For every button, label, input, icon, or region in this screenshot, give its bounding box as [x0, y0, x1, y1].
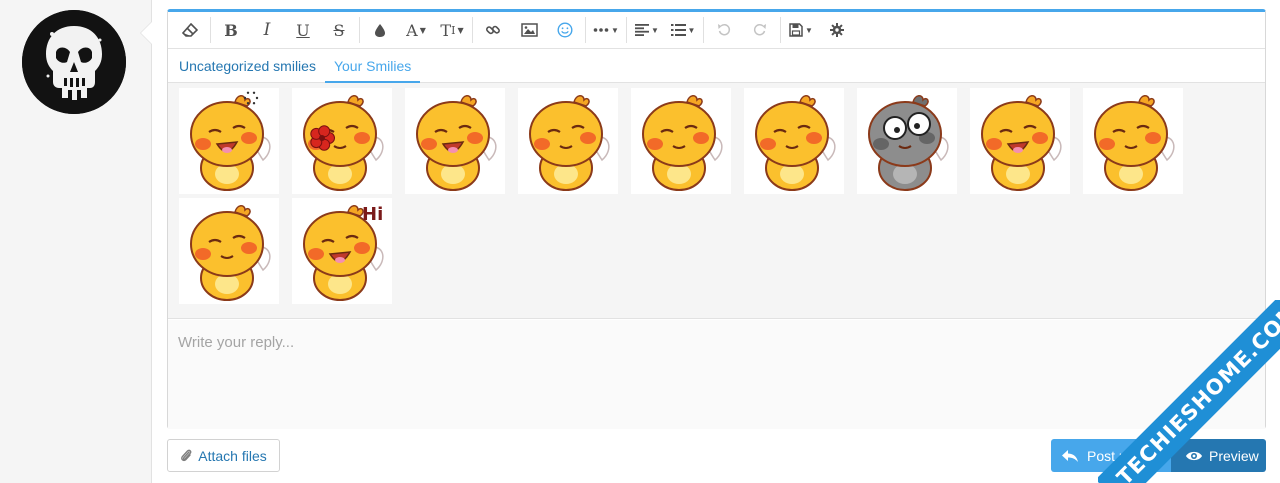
font-size-button[interactable]: T I ▼: [434, 12, 470, 48]
text-color-button[interactable]: [362, 12, 398, 48]
bold-icon: B: [224, 20, 238, 40]
reply-icon: [1061, 449, 1079, 463]
editor-toolbar: B I U S A ▼ T I ▼ ▼ ▼ ▼ ▼: [168, 12, 1265, 49]
chevron-down-icon: ▼: [419, 25, 426, 35]
eraser-icon: [182, 23, 198, 37]
chevron-down-icon: ▼: [611, 25, 619, 35]
gear-icon: [830, 23, 844, 37]
chick-smilie-icon: [292, 88, 392, 194]
post-reply-label: Post re: [1087, 447, 1132, 464]
chick-smilie-icon: [744, 88, 844, 194]
preview-label: Preview: [1209, 447, 1259, 464]
paperclip-icon: [180, 448, 192, 463]
smilies-button[interactable]: [547, 12, 583, 48]
link-button[interactable]: [475, 12, 511, 48]
drafts-button[interactable]: ▼: [783, 12, 819, 48]
remove-format-button[interactable]: [172, 12, 208, 48]
redo-icon: [753, 23, 767, 37]
smilie-item[interactable]: [405, 88, 505, 194]
chick-smilie-icon: [405, 88, 505, 194]
rich-text-editor: B I U S A ▼ T I ▼ ▼ ▼ ▼ ▼ Uncategorized …: [167, 9, 1266, 429]
strikethrough-icon: S: [333, 20, 345, 40]
reply-input[interactable]: [168, 320, 1265, 429]
smilie-item[interactable]: [970, 88, 1070, 194]
chick-smilie-icon: Hi: [292, 198, 392, 304]
preview-button[interactable]: Preview: [1171, 439, 1266, 472]
link-icon: [485, 22, 501, 38]
hi-sticker-text: Hi: [362, 204, 383, 225]
list-icon: [670, 24, 686, 36]
font-family-button[interactable]: A ▼: [398, 12, 434, 48]
chick-smilie-icon: [518, 88, 618, 194]
smilie-item[interactable]: [292, 88, 392, 194]
chick-smilie-icon: [857, 88, 957, 194]
reply-area: [168, 320, 1265, 429]
droplet-icon: [374, 23, 386, 38]
toolbar-divider: [210, 17, 211, 43]
smilie-item[interactable]: [631, 88, 731, 194]
avatar[interactable]: [22, 10, 126, 114]
post-author-column: [0, 0, 152, 483]
attach-files-button[interactable]: Attach files: [167, 439, 280, 472]
toolbar-divider: [359, 17, 360, 43]
chick-smilie-icon: [1083, 88, 1183, 194]
bubble-arrow: [141, 22, 152, 44]
tab-your-smilies[interactable]: Your Smilies: [324, 49, 421, 84]
toolbar-divider: [780, 17, 781, 43]
align-left-icon: [635, 24, 650, 36]
chevron-down-icon: ▼: [687, 25, 696, 35]
toolbar-divider: [472, 17, 473, 43]
smilie-category-tabs: Uncategorized smilies Your Smilies: [168, 49, 1265, 84]
smilie-item[interactable]: [179, 198, 279, 304]
smilie-item[interactable]: Hi: [292, 198, 392, 304]
toolbar-divider: [703, 17, 704, 43]
smile-icon: [557, 22, 573, 38]
align-button[interactable]: ▼: [629, 12, 665, 48]
punisher-skull-icon: [22, 10, 126, 114]
chick-smilie-icon: [970, 88, 1070, 194]
chevron-down-icon: ▼: [457, 25, 464, 35]
more-button[interactable]: ▼: [588, 12, 624, 48]
chick-smilie-icon: [631, 88, 731, 194]
ellipsis-icon: [593, 27, 609, 33]
chevron-down-icon: ▼: [651, 25, 659, 35]
undo-icon: [717, 23, 731, 37]
chevron-down-icon: ▼: [805, 25, 813, 35]
eye-icon: [1185, 450, 1203, 462]
underline-button[interactable]: U: [285, 12, 321, 48]
smilie-item[interactable]: [744, 88, 844, 194]
redo-button[interactable]: [742, 12, 778, 48]
font-size-icon: T: [440, 20, 452, 40]
font-icon: A: [406, 20, 418, 40]
attach-files-label: Attach files: [198, 447, 267, 464]
image-icon: [520, 23, 538, 37]
save-icon: [789, 23, 803, 37]
italic-icon: I: [263, 20, 271, 40]
post-reply-button[interactable]: Post re: [1051, 439, 1175, 472]
chick-smilie-icon: [179, 198, 279, 304]
underline-icon: U: [296, 20, 310, 40]
toolbar-divider: [585, 17, 586, 43]
smilie-item[interactable]: [179, 88, 279, 194]
smilie-item[interactable]: [1083, 88, 1183, 194]
settings-button[interactable]: [819, 12, 855, 48]
tab-uncategorized-smilies[interactable]: Uncategorized smilies: [170, 49, 325, 83]
smilie-item[interactable]: [857, 88, 957, 194]
image-button[interactable]: [511, 12, 547, 48]
undo-button[interactable]: [706, 12, 742, 48]
reply-form: B I U S A ▼ T I ▼ ▼ ▼ ▼ ▼ Uncategorized …: [152, 0, 1280, 483]
smilie-item[interactable]: [518, 88, 618, 194]
list-button[interactable]: ▼: [665, 12, 701, 48]
toolbar-divider: [626, 17, 627, 43]
strikethrough-button[interactable]: S: [321, 12, 357, 48]
bold-button[interactable]: B: [213, 12, 249, 48]
chick-smilie-icon: [179, 88, 279, 194]
font-size-small-icon: I: [451, 23, 456, 37]
italic-button[interactable]: I: [249, 12, 285, 48]
smilie-grid: Hi: [168, 83, 1265, 319]
